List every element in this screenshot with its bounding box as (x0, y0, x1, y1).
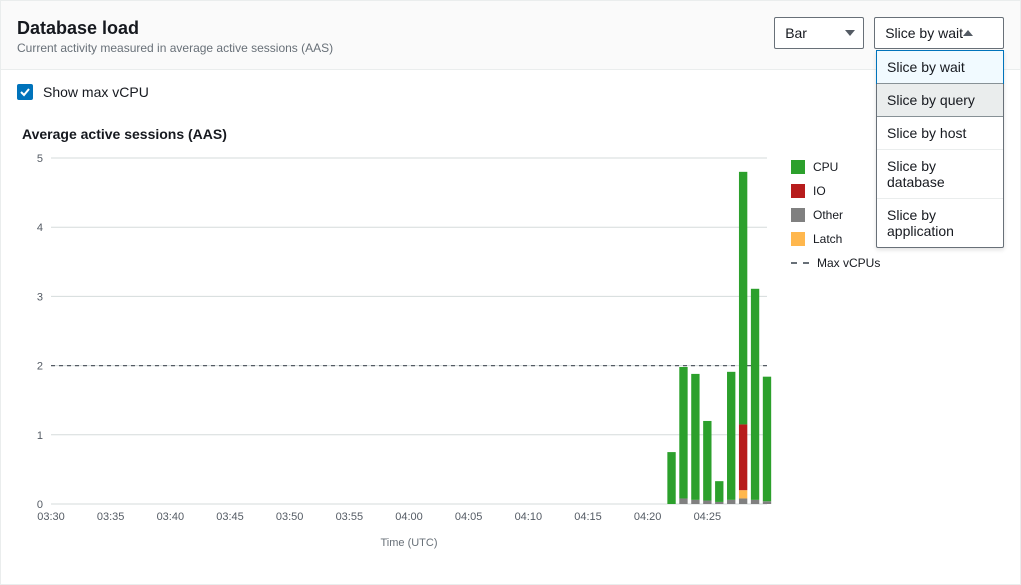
page-subtitle: Current activity measured in average act… (17, 41, 333, 55)
svg-text:5: 5 (37, 153, 43, 165)
svg-text:04:20: 04:20 (634, 511, 662, 523)
svg-text:4: 4 (37, 222, 43, 234)
svg-text:04:15: 04:15 (574, 511, 602, 523)
svg-text:04:25: 04:25 (694, 511, 722, 523)
chart-title: Average active sessions (AAS) (22, 126, 777, 142)
slice-option[interactable]: Slice by host (877, 117, 1003, 150)
swatch-cpu-icon (791, 160, 805, 174)
swatch-io-icon (791, 184, 805, 198)
slice-by-label: Slice by wait (885, 25, 963, 41)
svg-text:Time (UTC): Time (UTC) (380, 537, 437, 549)
svg-text:1: 1 (37, 430, 43, 442)
page-title: Database load (17, 17, 333, 39)
caret-up-icon (963, 30, 973, 36)
svg-text:04:00: 04:00 (395, 511, 423, 523)
svg-text:03:35: 03:35 (97, 511, 125, 523)
legend-label: Latch (813, 232, 842, 246)
svg-text:03:40: 03:40 (157, 511, 185, 523)
legend-label: Max vCPUs (817, 256, 880, 270)
slice-option[interactable]: Slice by application (877, 199, 1003, 247)
slice-option[interactable]: Slice by database (877, 150, 1003, 199)
slice-by-select[interactable]: Slice by wait (874, 17, 1004, 49)
legend-item-cpu[interactable]: CPU (791, 160, 880, 174)
swatch-latch-icon (791, 232, 805, 246)
chart-type-select[interactable]: Bar (774, 17, 864, 49)
legend-label: Other (813, 208, 843, 222)
caret-down-icon (845, 30, 855, 36)
svg-text:03:55: 03:55 (336, 511, 364, 523)
show-max-vcpu-label[interactable]: Show max vCPU (43, 84, 149, 100)
svg-text:03:30: 03:30 (37, 511, 65, 523)
legend-item-max-vcpu[interactable]: Max vCPUs (791, 256, 880, 270)
legend-item-latch[interactable]: Latch (791, 232, 880, 246)
slice-dropdown: Slice by waitSlice by querySlice by host… (876, 50, 1004, 248)
chart-legend: CPU IO Other Latch Max vCPUs (791, 160, 880, 280)
svg-text:3: 3 (37, 291, 43, 303)
svg-text:03:45: 03:45 (216, 511, 244, 523)
svg-text:03:50: 03:50 (276, 511, 304, 523)
svg-text:2: 2 (37, 361, 43, 373)
swatch-other-icon (791, 208, 805, 222)
svg-text:04:05: 04:05 (455, 511, 483, 523)
chart-type-label: Bar (785, 25, 807, 41)
svg-text:04:10: 04:10 (515, 511, 543, 523)
legend-item-other[interactable]: Other (791, 208, 880, 222)
legend-label: IO (813, 184, 826, 198)
dash-icon (791, 262, 809, 264)
svg-text:0: 0 (37, 499, 43, 511)
slice-option[interactable]: Slice by wait (876, 50, 1004, 84)
slice-option[interactable]: Slice by query (877, 83, 1003, 117)
aas-chart: 0 1 2 3 4 5 03:30 03:35 03:40 03:45 03:50 03:55 04:0… (17, 152, 777, 552)
show-max-vcpu-checkbox[interactable] (17, 84, 33, 100)
legend-label: CPU (813, 160, 838, 174)
legend-item-io[interactable]: IO (791, 184, 880, 198)
